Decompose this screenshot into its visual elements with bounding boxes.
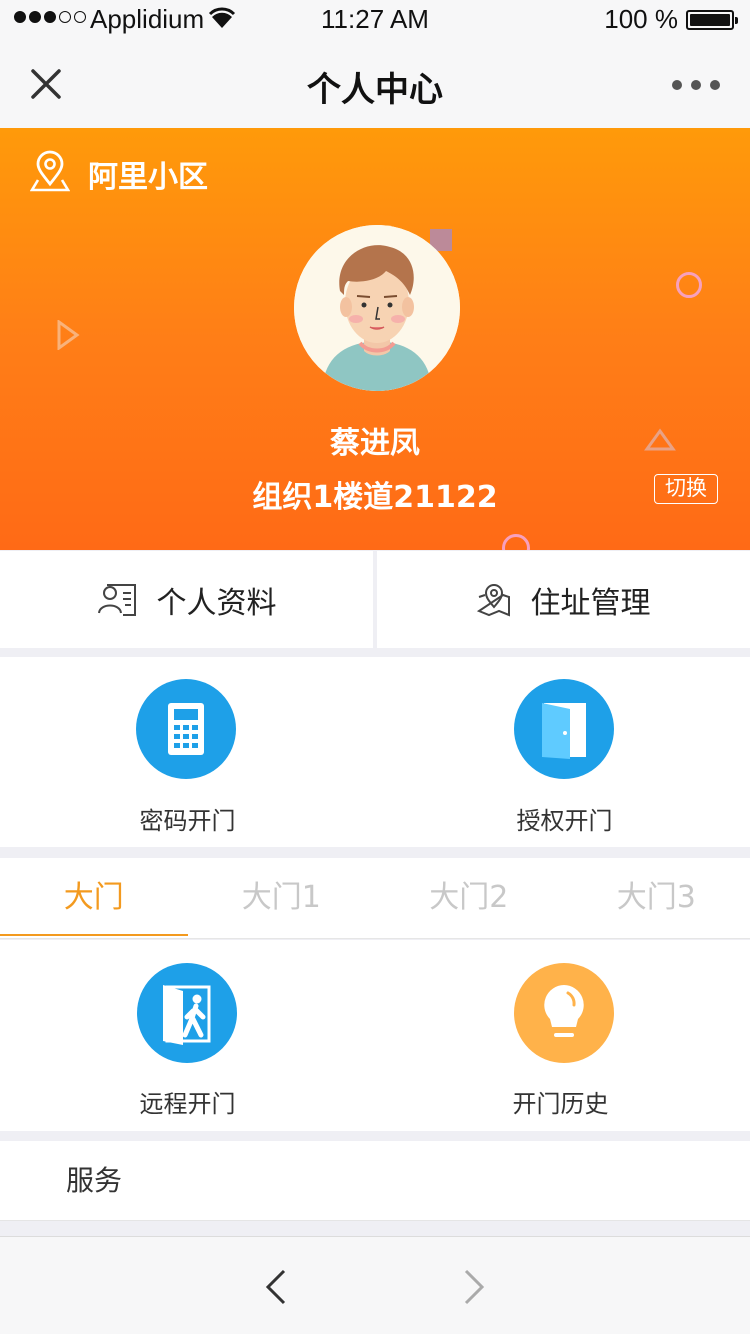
tab-gate[interactable]: 大门 [0,858,188,938]
back-arrow-icon[interactable] [262,1267,290,1307]
gate-tabs: 大门 大门1 大门2 大门3 [0,858,750,939]
community-name[interactable]: 阿里小区 [88,152,208,196]
password-open-button[interactable]: 密码开门 [0,657,375,847]
tab-gate-1[interactable]: 大门1 [188,858,376,938]
avatar-illustration [294,225,460,391]
door-actions: 密码开门 授权开门 [0,657,750,847]
navigation-bar: 个人中心 [0,40,750,128]
more-icon[interactable] [672,80,720,90]
forward-arrow-icon[interactable] [460,1267,488,1307]
tab-gate-3[interactable]: 大门3 [563,858,750,938]
authorized-open-button[interactable]: 授权开门 [375,657,750,847]
authorized-open-label: 授权开门 [516,807,613,835]
avatar[interactable] [294,225,460,391]
page-title: 个人中心 [307,70,443,110]
tab-gate-2[interactable]: 大门2 [375,858,563,938]
profile-card-icon [97,583,136,616]
decorative-ring [676,272,702,298]
gate-actions: 远程开门 开门历史 [0,940,750,1131]
decorative-ring [502,534,530,550]
remote-open-label: 远程开门 [139,1090,236,1118]
profile-info-label: 个人资料 [156,585,277,621]
location-pin-icon [30,150,70,192]
password-open-label: 密码开门 [139,807,236,835]
switch-address-button[interactable]: 切换 [654,474,718,504]
service-section-title[interactable]: 服务 [0,1141,750,1221]
address-map-icon [476,583,510,616]
profile-links-row: 个人资料 住址管理 [0,551,750,648]
keypad-icon [136,679,236,779]
user-address: 组织1楼道21122 [252,480,498,515]
user-name: 蔡进凤 [330,426,420,461]
open-history-label: 开门历史 [512,1090,609,1118]
profile-header: 阿里小区 蔡进凤 组织1楼道21122 切换 [0,128,750,550]
remote-open-button[interactable]: 远程开门 [0,940,375,1131]
open-history-button[interactable]: 开门历史 [375,940,750,1131]
lightbulb-icon [514,963,614,1063]
battery-percentage: 100 % [604,4,678,34]
address-management-label: 住址管理 [530,585,651,621]
battery-icon [686,10,738,30]
decorative-triangle [57,320,80,350]
profile-info-button[interactable]: 个人资料 [0,551,373,648]
door-icon [514,679,614,779]
walk-through-door-icon [137,963,237,1063]
status-bar: Applidium 11:27 AM 100 % [0,0,750,40]
address-management-button[interactable]: 住址管理 [377,551,750,648]
browser-bottom-bar [0,1236,750,1334]
